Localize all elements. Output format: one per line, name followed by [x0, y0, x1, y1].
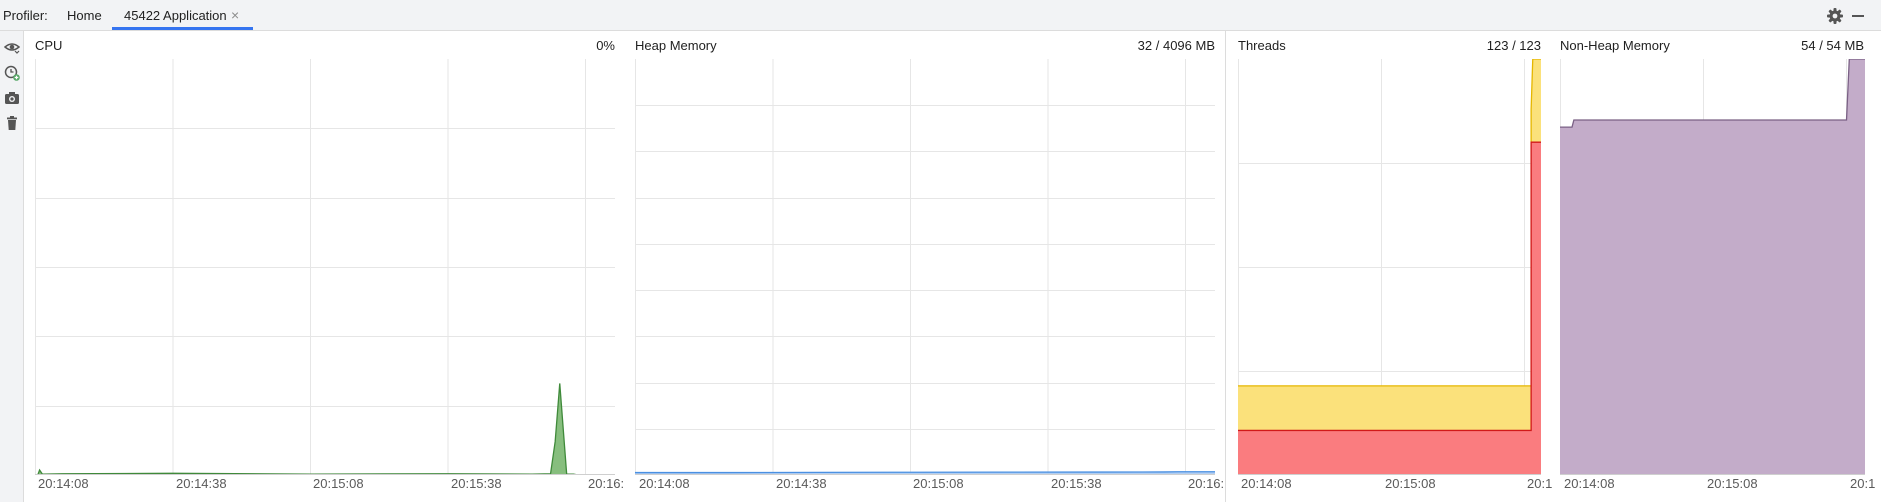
left-toolbar — [0, 31, 24, 502]
time-tick: 20:14:08 — [38, 476, 89, 491]
heap-time-axis: 20:14:08 20:14:38 20:15:08 20:15:38 20:1… — [635, 476, 1225, 494]
cpu-chart — [35, 59, 615, 475]
time-tick: 20:14:38 — [176, 476, 227, 491]
time-tick: 20:15:08 — [1707, 476, 1758, 491]
profiler-toolbar: Profiler: Home 45422 Application × — [0, 0, 1881, 31]
plot-background — [635, 59, 1215, 475]
profiler-label: Profiler: — [3, 8, 48, 23]
close-tab-icon[interactable]: × — [231, 7, 239, 23]
heap-value: 32 / 4096 MB — [1137, 38, 1215, 53]
tab-home[interactable]: Home — [67, 8, 102, 23]
heap-chart — [635, 59, 1215, 475]
time-tick: 20:15:38 — [1051, 476, 1102, 491]
cpu-panel: CPU 0% 20:14:08 20:14:38 20:15:08 20:15:… — [25, 31, 625, 502]
eye-icon[interactable] — [4, 39, 20, 55]
time-tick: 20:1 — [1850, 476, 1876, 491]
threads-title: Threads — [1238, 38, 1286, 53]
time-tick: 20:14:08 — [639, 476, 690, 491]
threads-time-axis: 20:14:08 20:15:08 20:1 — [1238, 476, 1552, 494]
active-tab-indicator — [112, 27, 253, 30]
threads-value: 123 / 123 — [1486, 38, 1541, 53]
time-tick: 20:16: — [1188, 476, 1225, 491]
camera-icon[interactable] — [4, 90, 20, 106]
time-tick: 20:15:08 — [913, 476, 964, 491]
gear-icon[interactable] — [1826, 7, 1844, 25]
cpu-time-axis: 20:14:08 20:14:38 20:15:08 20:15:38 20:1… — [35, 476, 625, 494]
time-tick: 20:15:08 — [313, 476, 364, 491]
heap-title: Heap Memory — [635, 38, 717, 53]
threads-panel: Threads 123 / 123 20:14:08 20:15:08 20:1 — [1226, 31, 1552, 502]
add-clock-icon[interactable] — [4, 65, 20, 81]
nonheap-value: 54 / 54 MB — [1801, 38, 1864, 53]
nonheap-time-axis: 20:14:08 20:15:08 20:1 — [1560, 476, 1881, 494]
time-tick: 20:14:08 — [1241, 476, 1292, 491]
cpu-title: CPU — [35, 38, 63, 53]
non-heap-memory-panel: Non-Heap Memory 54 / 54 MB 20:14:08 20:1… — [1548, 31, 1881, 502]
trash-icon[interactable] — [4, 115, 20, 131]
minimize-icon[interactable] — [1852, 15, 1864, 17]
time-tick: 20:15:08 — [1385, 476, 1436, 491]
time-tick: 20:14:08 — [1564, 476, 1615, 491]
cpu-value: 0% — [596, 38, 615, 53]
time-tick: 20:16: — [588, 476, 625, 491]
time-tick: 20:14:38 — [776, 476, 827, 491]
nonheap-chart — [1560, 59, 1865, 475]
nonheap-title: Non-Heap Memory — [1560, 38, 1670, 53]
threads-chart — [1238, 59, 1541, 475]
series-area — [1560, 59, 1865, 475]
time-tick: 20:15:38 — [451, 476, 502, 491]
tab-application[interactable]: 45422 Application — [124, 8, 227, 23]
heap-memory-panel: Heap Memory 32 / 4096 MB 20:14:08 20:14:… — [625, 31, 1225, 502]
